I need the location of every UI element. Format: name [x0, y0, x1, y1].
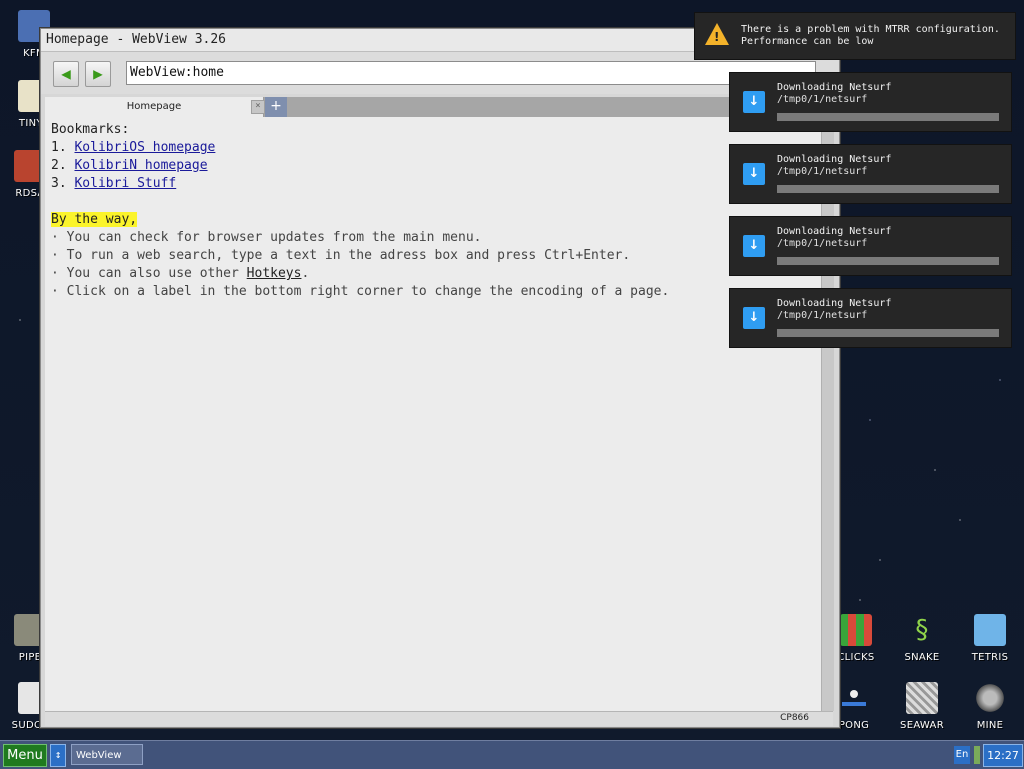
download-icon: ↓	[743, 235, 765, 257]
tip-line: · You can check for browser updates from…	[51, 230, 482, 245]
updown-icon: ↕	[54, 748, 62, 761]
download-path: /tmp0/1/netsurf	[777, 94, 868, 105]
download-notification[interactable]: ↓ Downloading Netsurf /tmp0/1/netsurf	[729, 144, 1012, 204]
download-icon: ↓	[743, 163, 765, 185]
desktop-icon-seawar[interactable]: SEAWAR	[890, 682, 954, 731]
encoding-label[interactable]: CP866	[780, 713, 809, 723]
language-indicator[interactable]: En	[954, 746, 970, 764]
hotkeys-link[interactable]: Hotkeys	[247, 266, 302, 281]
status-bar: CP866	[45, 711, 833, 726]
tab-label: Homepage	[126, 101, 182, 112]
bookmark-item: 3. Kolibri Stuff	[51, 175, 815, 193]
page-content: Bookmarks: 1. KolibriOS homepage 2. Koli…	[45, 117, 821, 711]
webview-window: Homepage - WebView 3.26 ◀ ▶ WebView:home…	[40, 28, 840, 728]
clock[interactable]: 12:27	[983, 744, 1023, 767]
tetris-icon	[974, 614, 1006, 646]
bookmark-item: 1. KolibriOS homepage	[51, 139, 815, 157]
arrow-right-icon: ▶	[93, 64, 103, 83]
forward-button[interactable]: ▶	[85, 61, 111, 87]
bookmark-link-kolibri-stuff[interactable]: Kolibri Stuff	[74, 176, 176, 191]
taskbar: Menu ↕ WebView En 12:27	[0, 740, 1024, 769]
download-progress-bar	[777, 113, 999, 121]
arrow-left-icon: ◀	[61, 64, 71, 83]
tip-text: .	[301, 266, 310, 281]
bookmark-link-kolibrin[interactable]: KolibriN homepage	[74, 158, 207, 173]
download-progress-bar	[777, 329, 999, 337]
window-switch-button[interactable]: ↕	[50, 744, 66, 767]
warning-line-2: Performance can be low	[741, 36, 874, 47]
clicks-game-icon	[840, 614, 872, 646]
download-icon: ↓	[743, 307, 765, 329]
tip-line: · To run a web search, type a text in th…	[51, 248, 631, 263]
bookmark-item: 2. KolibriN homepage	[51, 157, 815, 175]
download-notification[interactable]: ↓ Downloading Netsurf /tmp0/1/netsurf	[729, 288, 1012, 348]
tip-line: · Click on a label in the bottom right c…	[51, 284, 670, 299]
download-path: /tmp0/1/netsurf	[777, 238, 868, 249]
menu-button[interactable]: Menu	[3, 744, 47, 767]
bookmark-link-kolibrios[interactable]: KolibriOS homepage	[74, 140, 215, 155]
bookmarks-heading: Bookmarks:	[51, 122, 130, 137]
tab-close-button[interactable]: ×	[251, 100, 265, 114]
tips-heading: By the way,	[51, 212, 138, 227]
download-title: Downloading Netsurf	[777, 298, 892, 309]
desktop-icon-tetris[interactable]: TETRIS	[958, 614, 1022, 663]
desktop-icon-mine[interactable]: MINE	[958, 682, 1022, 731]
seawar-icon	[906, 682, 938, 714]
download-notification[interactable]: ↓ Downloading Netsurf /tmp0/1/netsurf	[729, 72, 1012, 132]
tip-line: · You can also use other Hotkeys.	[51, 265, 815, 283]
download-title: Downloading Netsurf	[777, 226, 892, 237]
tray-indicator[interactable]	[974, 746, 980, 764]
desktop-icon-snake[interactable]: § SNAKE	[890, 614, 954, 663]
new-tab-button[interactable]: +	[265, 97, 287, 117]
download-progress-bar	[777, 257, 999, 265]
download-title: Downloading Netsurf	[777, 154, 892, 165]
tip-text: · You can also use other	[51, 266, 247, 281]
mine-icon	[974, 682, 1006, 714]
mtrr-warning-notification[interactable]: ! There is a problem with MTRR configura…	[694, 12, 1016, 60]
download-title: Downloading Netsurf	[777, 82, 892, 93]
address-bar[interactable]: WebView:home	[126, 61, 816, 85]
vertical-scrollbar[interactable]	[821, 117, 834, 711]
pong-icon	[838, 682, 870, 714]
snake-icon: §	[915, 615, 929, 645]
back-button[interactable]: ◀	[53, 61, 79, 87]
tab-bar: Homepage × +	[45, 97, 829, 117]
bookmark-number: 2.	[51, 158, 67, 173]
download-path: /tmp0/1/netsurf	[777, 166, 868, 177]
download-path: /tmp0/1/netsurf	[777, 310, 868, 321]
download-icon: ↓	[743, 91, 765, 113]
bookmark-number: 3.	[51, 176, 67, 191]
download-notification[interactable]: ↓ Downloading Netsurf /tmp0/1/netsurf	[729, 216, 1012, 276]
download-progress-bar	[777, 185, 999, 193]
tab-homepage[interactable]: Homepage	[45, 97, 264, 117]
warning-line-1: There is a problem with MTRR configurati…	[741, 24, 1000, 35]
bookmark-number: 1.	[51, 140, 67, 155]
taskbar-item-webview[interactable]: WebView	[71, 744, 143, 765]
